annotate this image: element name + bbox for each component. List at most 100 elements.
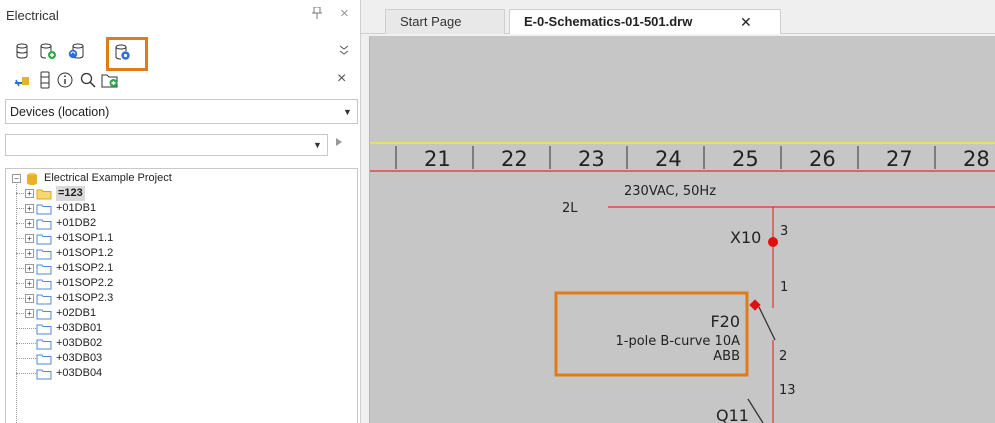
terminal-number: 3 bbox=[780, 224, 788, 239]
close-toolbar-icon[interactable]: × bbox=[337, 70, 346, 88]
tree-item-label: =123 bbox=[56, 186, 85, 201]
tree-item-label: +01SOP1.2 bbox=[56, 247, 114, 259]
location-tree[interactable]: − Electrical Example Project + =123 + +01… bbox=[5, 168, 358, 423]
folder-icon bbox=[36, 354, 52, 365]
tree-item-label: +01DB1 bbox=[56, 202, 97, 214]
expand-toggle[interactable]: + bbox=[25, 249, 34, 258]
expand-toggle[interactable]: + bbox=[25, 309, 34, 318]
chevron-down-icon: ▼ bbox=[343, 107, 352, 117]
tree-row[interactable]: + +01DB2 bbox=[6, 216, 357, 231]
expand-toggle[interactable]: + bbox=[25, 279, 34, 288]
panel-title: Electrical bbox=[6, 8, 59, 23]
search-field[interactable]: ▼ bbox=[5, 134, 328, 156]
terminal-dot[interactable] bbox=[768, 237, 778, 247]
expand-toggle[interactable]: + bbox=[25, 234, 34, 243]
pin-label: 2 bbox=[779, 349, 787, 364]
connector-icon[interactable] bbox=[10, 69, 34, 91]
tree-row[interactable]: + +01DB1 bbox=[6, 201, 357, 216]
tree-row[interactable]: +03DB03 bbox=[6, 351, 357, 366]
column-number: 22 bbox=[501, 147, 528, 171]
tree-row[interactable]: +03DB02 bbox=[6, 336, 357, 351]
pin-label: 1 bbox=[780, 280, 788, 295]
breaker-maker: ABB bbox=[713, 349, 740, 364]
pin-icon[interactable] bbox=[312, 6, 322, 22]
tree-row[interactable]: + +01SOP2.3 bbox=[6, 291, 357, 306]
tree-row[interactable]: +03DB04 bbox=[6, 366, 357, 381]
tab-label: Start Page bbox=[400, 14, 462, 29]
electrical-panel: Electrical × × Devices (location) ▼ ▼ − … bbox=[0, 0, 361, 423]
tab-drawing[interactable]: E-0-Schematics-01-501.drw ✕ bbox=[509, 9, 781, 34]
tree-row[interactable]: + +02DB1 bbox=[6, 306, 357, 321]
tree-item-label: +01SOP2.1 bbox=[56, 262, 114, 274]
tree-item-label: +03DB02 bbox=[56, 337, 103, 349]
search-chevron-down-icon[interactable]: ▼ bbox=[313, 140, 322, 150]
column-number: 26 bbox=[809, 147, 836, 171]
expand-toggle[interactable]: + bbox=[25, 204, 34, 213]
column-number: 21 bbox=[424, 147, 451, 171]
folder-icon bbox=[36, 219, 52, 230]
tree-row[interactable]: + +01SOP1.1 bbox=[6, 231, 357, 246]
tab-start-page[interactable]: Start Page bbox=[385, 9, 505, 34]
tree-row[interactable]: +03DB01 bbox=[6, 321, 357, 336]
expand-toggle[interactable]: + bbox=[25, 219, 34, 228]
folder-icon bbox=[36, 294, 52, 305]
tab-bar: Start Page E-0-Schematics-01-501.drw ✕ bbox=[361, 0, 995, 34]
expand-toggle[interactable]: + bbox=[25, 189, 34, 198]
tree-item-label: +01SOP2.3 bbox=[56, 292, 114, 304]
tab-label: E-0-Schematics-01-501.drw bbox=[524, 14, 693, 29]
document-area: Start Page E-0-Schematics-01-501.drw ✕ 2… bbox=[361, 0, 995, 423]
folder-icon bbox=[36, 309, 52, 320]
tree-item-label: +01DB2 bbox=[56, 217, 97, 229]
tree-row[interactable]: + +01SOP1.2 bbox=[6, 246, 357, 261]
tree-root-row[interactable]: − Electrical Example Project bbox=[6, 171, 357, 186]
column-number: 24 bbox=[655, 147, 682, 171]
collapse-toggle[interactable]: − bbox=[12, 174, 21, 183]
close-panel-icon[interactable]: × bbox=[340, 5, 349, 22]
breaker-desc: 1-pole B-curve 10A bbox=[615, 334, 740, 349]
schematic-canvas[interactable]: 21 22 23 24 25 26 27 28 2L 230VAC, 50Hz … bbox=[369, 36, 995, 423]
column-number: 23 bbox=[578, 147, 605, 171]
folder-icon bbox=[36, 279, 52, 290]
supply-desc: 230VAC, 50Hz bbox=[624, 184, 716, 199]
close-tab-icon[interactable]: ✕ bbox=[740, 10, 752, 34]
database-icon[interactable] bbox=[10, 40, 34, 62]
breaker-marker[interactable] bbox=[749, 299, 761, 311]
tree-row[interactable]: + +01SOP2.1 bbox=[6, 261, 357, 276]
folder-icon bbox=[36, 264, 52, 275]
column-numbers: 21 22 23 24 25 26 27 28 bbox=[424, 147, 990, 171]
folder-icon bbox=[36, 339, 52, 350]
tree-item-label: +03DB01 bbox=[56, 322, 103, 334]
folder-icon bbox=[36, 324, 52, 335]
column-number: 28 bbox=[963, 147, 990, 171]
expand-toggle[interactable]: + bbox=[25, 294, 34, 303]
folder-icon bbox=[36, 189, 52, 200]
tree-item-label: +03DB03 bbox=[56, 352, 103, 364]
folder-icon bbox=[36, 204, 52, 215]
highlight-box-toolbar bbox=[106, 37, 148, 71]
add-folder-icon[interactable] bbox=[98, 69, 122, 91]
location-dropdown[interactable]: Devices (location) ▼ bbox=[5, 99, 358, 124]
terminal-tag: X10 bbox=[730, 228, 761, 247]
folder-icon bbox=[36, 234, 52, 245]
supply-label: 2L bbox=[562, 201, 578, 216]
tree-item-label: +01SOP2.2 bbox=[56, 277, 114, 289]
tree-item-label: +01SOP1.1 bbox=[56, 232, 114, 244]
location-dropdown-value: Devices (location) bbox=[10, 105, 110, 119]
info-icon[interactable] bbox=[53, 69, 77, 91]
collapse-toolbar-icon[interactable] bbox=[339, 44, 349, 59]
next-contact[interactable] bbox=[747, 398, 764, 423]
next-device-tag: Q11 bbox=[716, 406, 749, 423]
tree-row[interactable]: + +01SOP2.2 bbox=[6, 276, 357, 291]
tree-row-123[interactable]: + =123 bbox=[6, 186, 357, 201]
breaker-contact[interactable] bbox=[758, 306, 776, 341]
database-add-icon[interactable] bbox=[36, 40, 60, 62]
search-icon[interactable] bbox=[76, 69, 100, 91]
tree-item-label: +03DB04 bbox=[56, 367, 103, 379]
project-database-icon bbox=[27, 173, 37, 185]
database-sync-icon[interactable] bbox=[64, 40, 88, 62]
expand-toggle[interactable]: + bbox=[25, 264, 34, 273]
column-number: 25 bbox=[732, 147, 759, 171]
folder-icon bbox=[36, 249, 52, 260]
go-arrow-icon[interactable] bbox=[334, 136, 344, 151]
breaker-tag: F20 bbox=[710, 312, 740, 331]
